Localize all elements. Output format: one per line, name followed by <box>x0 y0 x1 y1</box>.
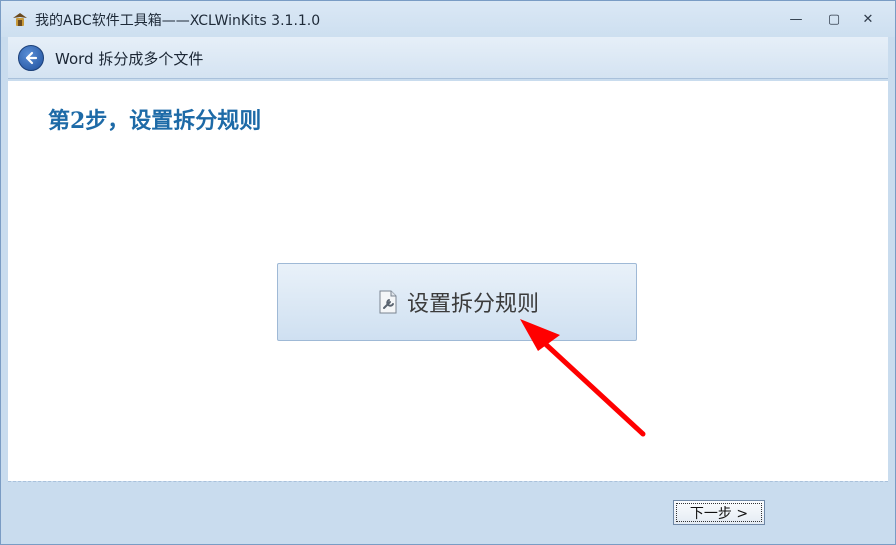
footer-bar: 下一步 > <box>8 481 888 539</box>
page-header: Word 拆分成多个文件 <box>8 37 888 79</box>
step-heading: 第2步，设置拆分规则 <box>48 108 262 134</box>
document-wrench-icon <box>379 290 397 314</box>
window-title: 我的ABC软件工具箱——XCLWinKits 3.1.1.0 <box>35 13 321 29</box>
minimize-button[interactable]: — <box>783 9 809 29</box>
app-logo-icon <box>13 13 27 26</box>
maximize-button[interactable]: ▢ <box>821 9 847 29</box>
title-bar[interactable]: 我的ABC软件工具箱——XCLWinKits 3.1.1.0 — ▢ ✕ <box>1 1 895 37</box>
set-split-rules-label: 设置拆分规则 <box>406 292 539 317</box>
app-window: 我的ABC软件工具箱——XCLWinKits 3.1.1.0 — ▢ ✕ Wor… <box>0 0 896 545</box>
close-button[interactable]: ✕ <box>855 9 881 29</box>
next-step-button[interactable]: 下一步 > <box>673 500 765 525</box>
back-button[interactable] <box>18 45 44 71</box>
back-arrow-icon <box>25 51 38 65</box>
set-split-rules-button[interactable]: 设置拆分规则 <box>277 263 637 341</box>
page-title: Word 拆分成多个文件 <box>55 50 204 68</box>
main-content: 第2步，设置拆分规则 设置拆分规则 <box>8 81 888 481</box>
